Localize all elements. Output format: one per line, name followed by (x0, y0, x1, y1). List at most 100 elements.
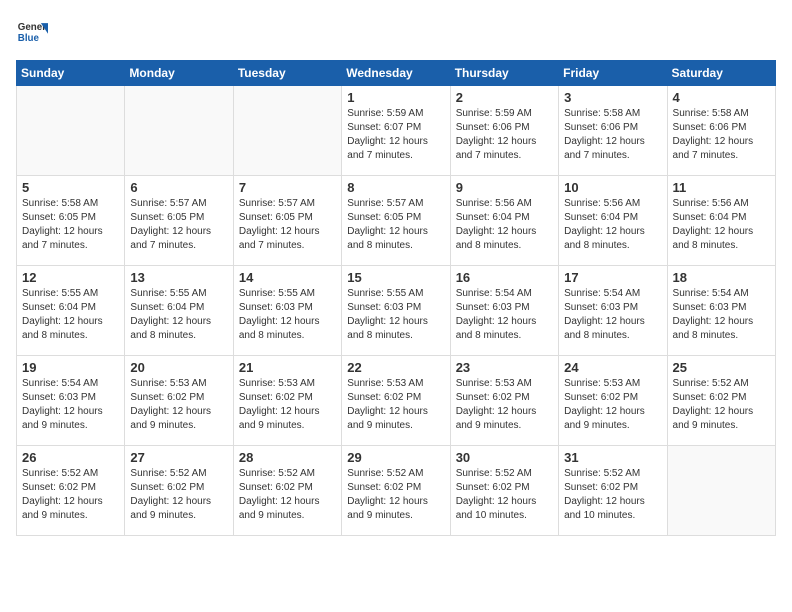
calendar-cell: 26 Sunrise: 5:52 AM Sunset: 6:02 PM Dayli… (17, 446, 125, 536)
day-info: Sunrise: 5:54 AM Sunset: 6:03 PM Dayligh… (456, 287, 553, 343)
day-info: Sunrise: 5:52 AM Sunset: 6:02 PM Dayligh… (564, 467, 661, 523)
day-info: Sunrise: 5:56 AM Sunset: 6:04 PM Dayligh… (564, 197, 661, 253)
day-number: 25 (673, 360, 770, 375)
day-info: Sunrise: 5:54 AM Sunset: 6:03 PM Dayligh… (22, 377, 119, 433)
calendar-week-1: 1Sunrise: 5:59 AM Sunset: 6:07 PM Daylig… (17, 86, 776, 176)
day-info: Sunrise: 5:52 AM Sunset: 6:02 PM Dayligh… (239, 467, 336, 523)
day-info: Sunrise: 5:55 AM Sunset: 6:03 PM Dayligh… (347, 287, 444, 343)
day-info: Sunrise: 5:55 AM Sunset: 6:04 PM Dayligh… (130, 287, 227, 343)
day-info: Sunrise: 5:53 AM Sunset: 6:02 PM Dayligh… (130, 377, 227, 433)
calendar-cell: 25 Sunrise: 5:52 AM Sunset: 6:02 PM Dayli… (667, 356, 775, 446)
page-header: General Blue (16, 16, 776, 48)
calendar-cell: 17Sunrise: 5:54 AM Sunset: 6:03 PM Dayli… (559, 266, 667, 356)
day-info: Sunrise: 5:52 AM Sunset: 6:02 PM Dayligh… (673, 377, 770, 433)
day-number: 24 (564, 360, 661, 375)
day-info: Sunrise: 5:57 AM Sunset: 6:05 PM Dayligh… (347, 197, 444, 253)
day-number: 20 (130, 360, 227, 375)
day-number: 31 (564, 450, 661, 465)
day-info: Sunrise: 5:53 AM Sunset: 6:02 PM Dayligh… (456, 377, 553, 433)
calendar-cell: 30 Sunrise: 5:52 AM Sunset: 6:02 PM Dayli… (450, 446, 558, 536)
day-number: 30 (456, 450, 553, 465)
day-info: Sunrise: 5:52 AM Sunset: 6:02 PM Dayligh… (347, 467, 444, 523)
weekday-header-thursday: Thursday (450, 61, 558, 86)
calendar-cell (233, 86, 341, 176)
calendar-cell: 28 Sunrise: 5:52 AM Sunset: 6:02 PM Dayli… (233, 446, 341, 536)
day-number: 8 (347, 180, 444, 195)
weekday-header-wednesday: Wednesday (342, 61, 450, 86)
day-info: Sunrise: 5:59 AM Sunset: 6:06 PM Dayligh… (456, 107, 553, 163)
day-info: Sunrise: 5:58 AM Sunset: 6:06 PM Dayligh… (564, 107, 661, 163)
day-number: 26 (22, 450, 119, 465)
calendar-cell: 13 Sunrise: 5:55 AM Sunset: 6:04 PM Dayli… (125, 266, 233, 356)
calendar-cell: 2 Sunrise: 5:59 AM Sunset: 6:06 PM Daylig… (450, 86, 558, 176)
day-info: Sunrise: 5:52 AM Sunset: 6:02 PM Dayligh… (130, 467, 227, 523)
calendar-cell: 19 Sunrise: 5:54 AM Sunset: 6:03 PM Dayli… (17, 356, 125, 446)
day-info: Sunrise: 5:53 AM Sunset: 6:02 PM Dayligh… (239, 377, 336, 433)
day-number: 2 (456, 90, 553, 105)
day-info: Sunrise: 5:56 AM Sunset: 6:04 PM Dayligh… (456, 197, 553, 253)
day-info: Sunrise: 5:52 AM Sunset: 6:02 PM Dayligh… (22, 467, 119, 523)
day-info: Sunrise: 5:56 AM Sunset: 6:04 PM Dayligh… (673, 197, 770, 253)
calendar-cell: 3 Sunrise: 5:58 AM Sunset: 6:06 PM Daylig… (559, 86, 667, 176)
calendar-week-3: 12 Sunrise: 5:55 AM Sunset: 6:04 PM Dayli… (17, 266, 776, 356)
calendar-cell: 7Sunrise: 5:57 AM Sunset: 6:05 PM Daylig… (233, 176, 341, 266)
day-info: Sunrise: 5:53 AM Sunset: 6:02 PM Dayligh… (347, 377, 444, 433)
weekday-header-monday: Monday (125, 61, 233, 86)
day-info: Sunrise: 5:57 AM Sunset: 6:05 PM Dayligh… (130, 197, 227, 253)
calendar-cell: 15Sunrise: 5:55 AM Sunset: 6:03 PM Dayli… (342, 266, 450, 356)
calendar-cell: 14 Sunrise: 5:55 AM Sunset: 6:03 PM Dayli… (233, 266, 341, 356)
day-number: 23 (456, 360, 553, 375)
calendar-cell: 5 Sunrise: 5:58 AM Sunset: 6:05 PM Daylig… (17, 176, 125, 266)
calendar-cell: 23 Sunrise: 5:53 AM Sunset: 6:02 PM Dayli… (450, 356, 558, 446)
calendar-cell: 10 Sunrise: 5:56 AM Sunset: 6:04 PM Dayli… (559, 176, 667, 266)
day-number: 28 (239, 450, 336, 465)
calendar-body: 1Sunrise: 5:59 AM Sunset: 6:07 PM Daylig… (17, 86, 776, 536)
day-number: 3 (564, 90, 661, 105)
day-number: 16 (456, 270, 553, 285)
day-number: 21 (239, 360, 336, 375)
calendar-cell: 24 Sunrise: 5:53 AM Sunset: 6:02 PM Dayli… (559, 356, 667, 446)
day-number: 11 (673, 180, 770, 195)
day-number: 19 (22, 360, 119, 375)
weekday-header-friday: Friday (559, 61, 667, 86)
svg-text:Blue: Blue (18, 33, 40, 44)
day-number: 18 (673, 270, 770, 285)
day-info: Sunrise: 5:58 AM Sunset: 6:06 PM Dayligh… (673, 107, 770, 163)
calendar-cell (17, 86, 125, 176)
weekday-header-tuesday: Tuesday (233, 61, 341, 86)
day-number: 14 (239, 270, 336, 285)
day-number: 7 (239, 180, 336, 195)
calendar-cell: 4Sunrise: 5:58 AM Sunset: 6:06 PM Daylig… (667, 86, 775, 176)
logo: General Blue (16, 16, 48, 48)
day-info: Sunrise: 5:53 AM Sunset: 6:02 PM Dayligh… (564, 377, 661, 433)
day-number: 22 (347, 360, 444, 375)
day-number: 1 (347, 90, 444, 105)
calendar-cell (125, 86, 233, 176)
calendar-cell: 21 Sunrise: 5:53 AM Sunset: 6:02 PM Dayli… (233, 356, 341, 446)
day-number: 13 (130, 270, 227, 285)
day-number: 10 (564, 180, 661, 195)
day-info: Sunrise: 5:55 AM Sunset: 6:03 PM Dayligh… (239, 287, 336, 343)
calendar-cell: 12Sunrise: 5:55 AM Sunset: 6:04 PM Dayli… (17, 266, 125, 356)
calendar-week-2: 5 Sunrise: 5:58 AM Sunset: 6:05 PM Daylig… (17, 176, 776, 266)
day-number: 17 (564, 270, 661, 285)
day-number: 5 (22, 180, 119, 195)
calendar-cell: 18Sunrise: 5:54 AM Sunset: 6:03 PM Dayli… (667, 266, 775, 356)
calendar-week-4: 19 Sunrise: 5:54 AM Sunset: 6:03 PM Dayli… (17, 356, 776, 446)
calendar-cell: 31 Sunrise: 5:52 AM Sunset: 6:02 PM Dayli… (559, 446, 667, 536)
weekday-header-sunday: Sunday (17, 61, 125, 86)
calendar-cell: 8 Sunrise: 5:57 AM Sunset: 6:05 PM Daylig… (342, 176, 450, 266)
day-number: 12 (22, 270, 119, 285)
calendar-cell: 22 Sunrise: 5:53 AM Sunset: 6:02 PM Dayli… (342, 356, 450, 446)
day-info: Sunrise: 5:58 AM Sunset: 6:05 PM Dayligh… (22, 197, 119, 253)
calendar-cell: 6 Sunrise: 5:57 AM Sunset: 6:05 PM Daylig… (125, 176, 233, 266)
day-number: 9 (456, 180, 553, 195)
calendar-cell: 20 Sunrise: 5:53 AM Sunset: 6:02 PM Dayli… (125, 356, 233, 446)
day-info: Sunrise: 5:52 AM Sunset: 6:02 PM Dayligh… (456, 467, 553, 523)
calendar-cell: 27Sunrise: 5:52 AM Sunset: 6:02 PM Dayli… (125, 446, 233, 536)
calendar-cell: 16 Sunrise: 5:54 AM Sunset: 6:03 PM Dayli… (450, 266, 558, 356)
day-number: 29 (347, 450, 444, 465)
calendar-header-row: SundayMondayTuesdayWednesdayThursdayFrid… (17, 61, 776, 86)
day-number: 6 (130, 180, 227, 195)
weekday-header-saturday: Saturday (667, 61, 775, 86)
